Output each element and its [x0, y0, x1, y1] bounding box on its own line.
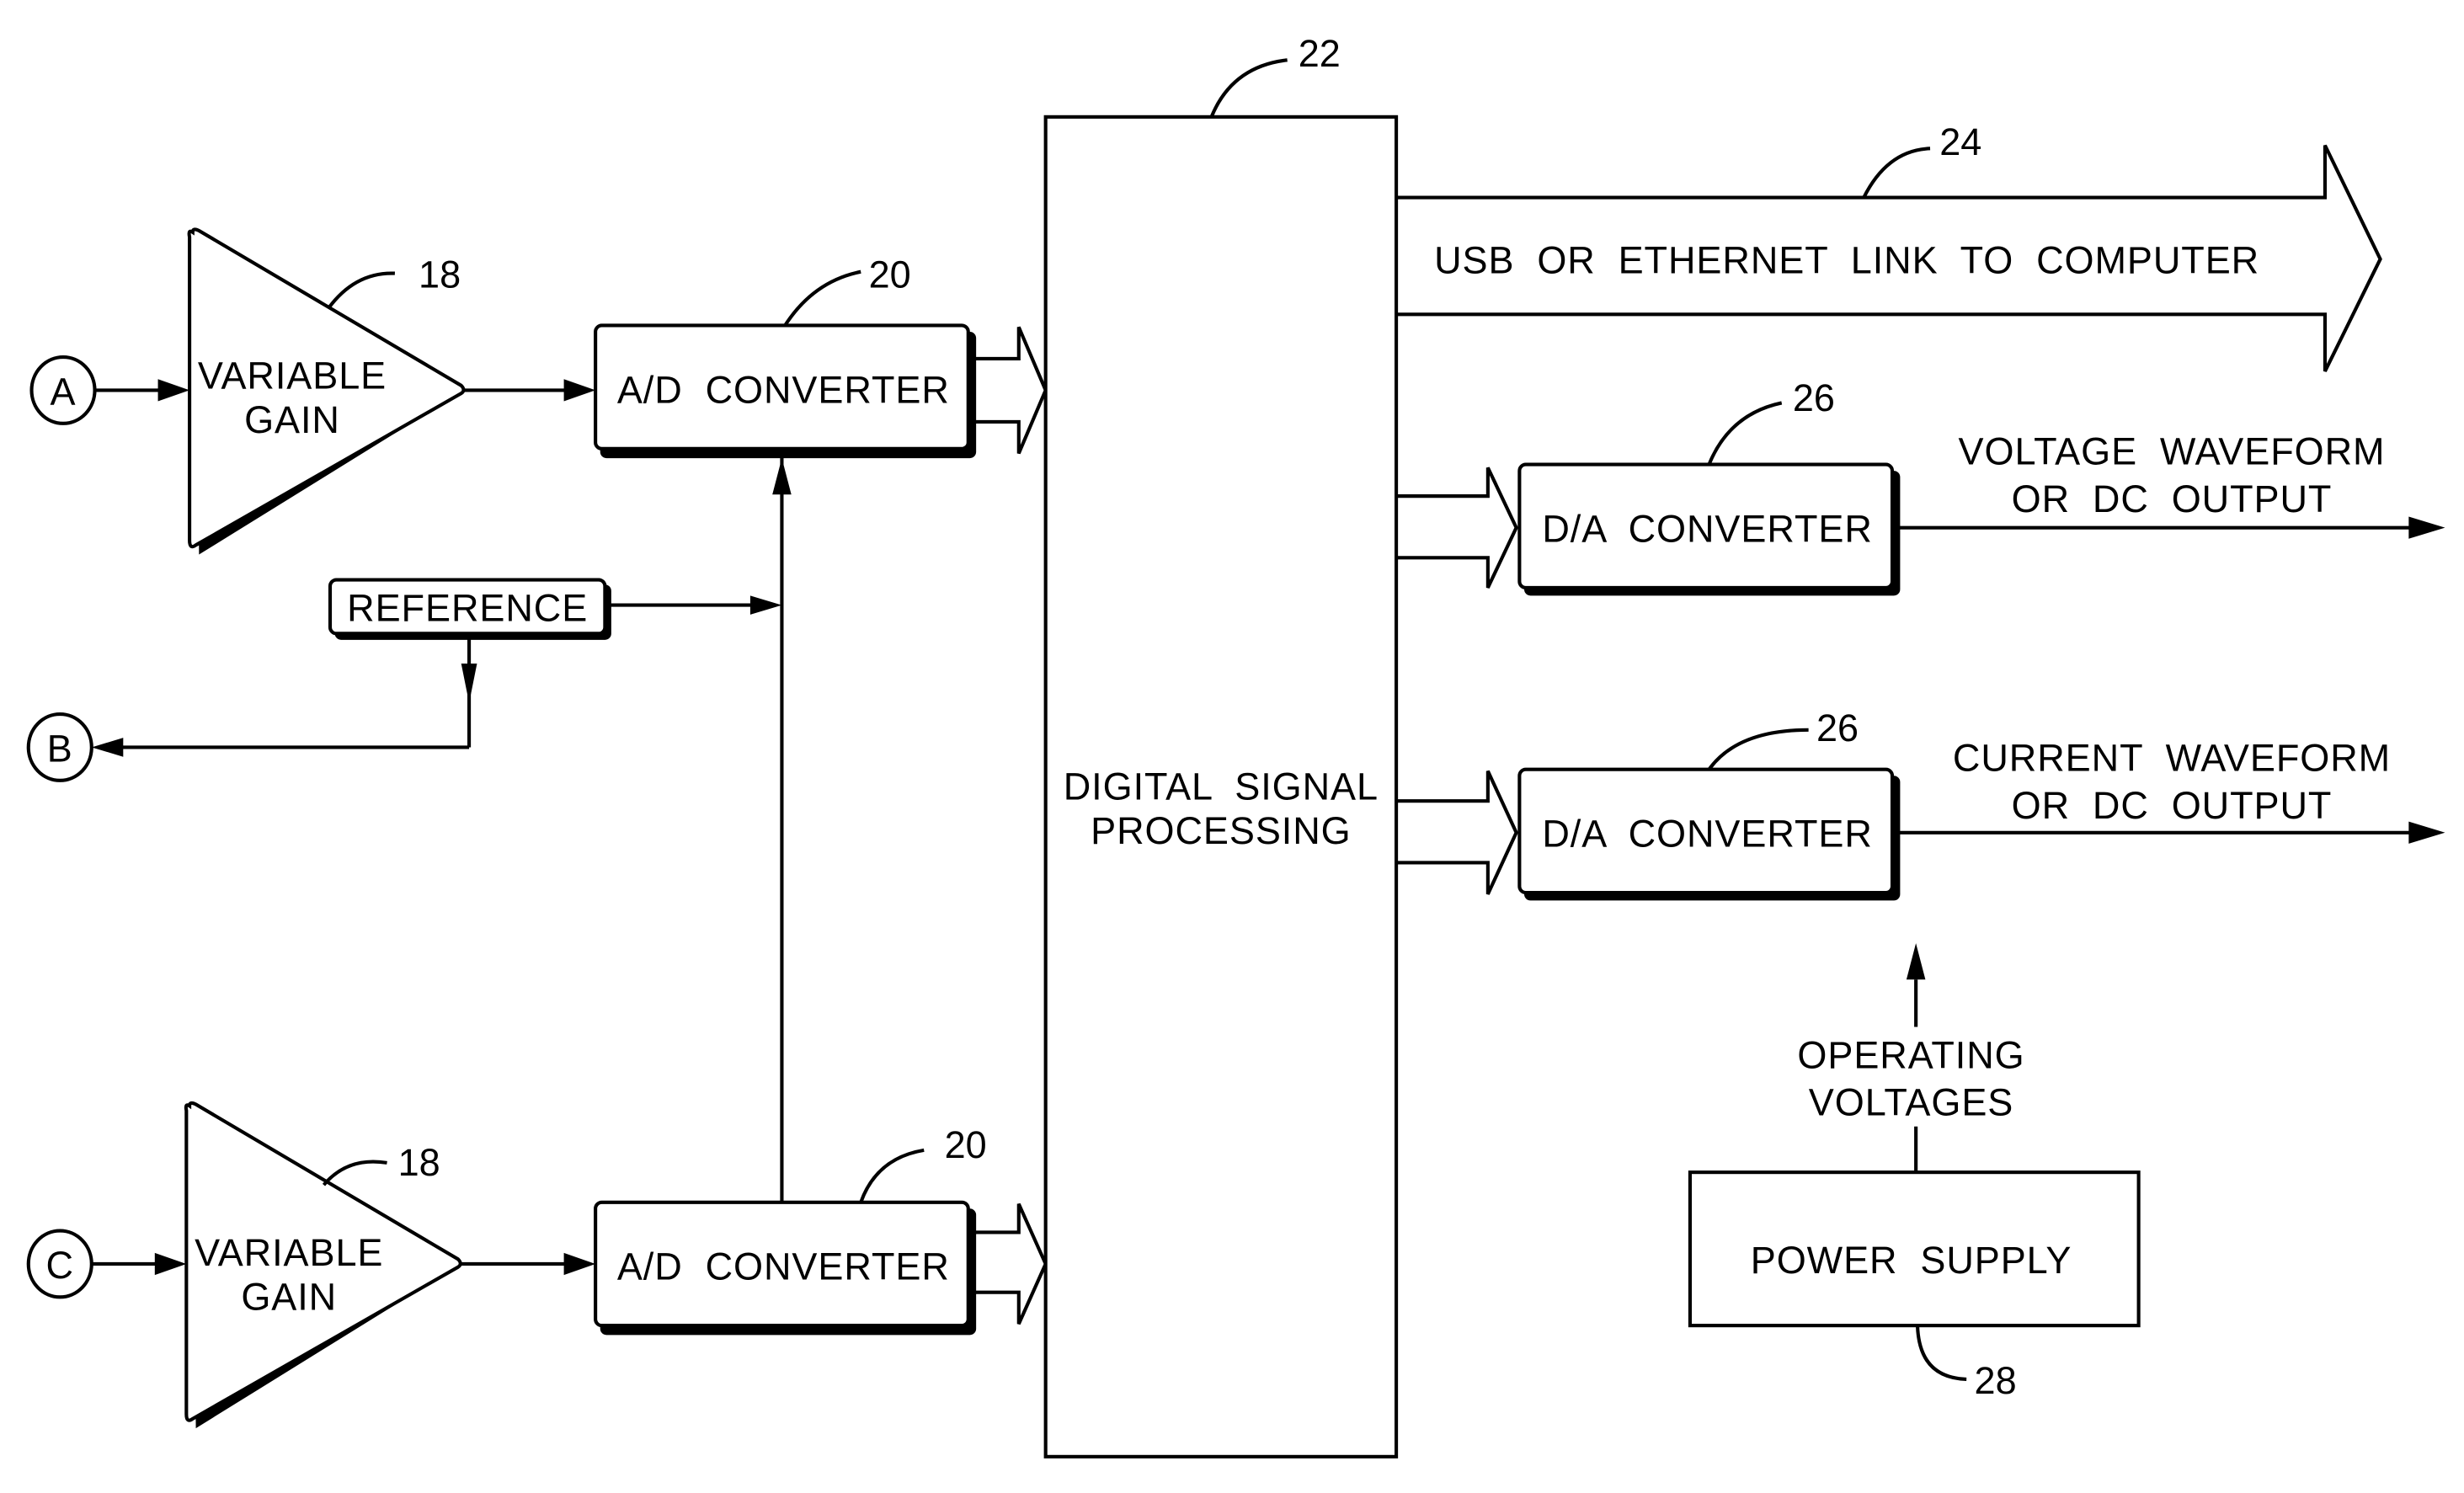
terminal-b: B	[26, 712, 93, 782]
arrow-reference-to-b	[91, 635, 477, 757]
variable-gain-amp-1: VARIABLE GAIN 18	[187, 227, 466, 555]
dac-1-label: D/A CONVERTER	[1542, 508, 1872, 551]
amp-1-label-line1: VARIABLE	[198, 355, 387, 397]
reference-block: REFERENCE	[328, 578, 611, 640]
link-label: USB OR ETHERNET LINK TO COMPUTER	[1434, 239, 2259, 282]
adc-2-label: A/D CONVERTER	[617, 1245, 950, 1288]
dac-2-output-line2: OR DC OUTPUT	[2012, 784, 2333, 827]
variable-gain-amp-2: VARIABLE GAIN 18	[184, 1101, 462, 1429]
dac-2-output-line1: CURRENT WAVEFORM	[1953, 737, 2391, 780]
operating-voltages-arrow: OPERATING VOLTAGES	[1797, 943, 2024, 1173]
bus-arrow-dsp-to-dac1	[1396, 467, 1518, 589]
power-supply-ref-number: 28	[1975, 1359, 2017, 1402]
dac-1-output-line2: OR DC OUTPUT	[2012, 477, 2333, 520]
dac-1-output-arrow: VOLTAGE WAVEFORM OR DC OUTPUT	[1895, 430, 2445, 539]
terminal-c: C	[26, 1229, 93, 1299]
dsp-ref-number: 22	[1299, 32, 1341, 75]
bus-arrow-adc1-to-dsp	[974, 326, 1048, 455]
amp-1-ref-number: 18	[419, 253, 461, 296]
dac-2-output-arrow: CURRENT WAVEFORM OR DC OUTPUT	[1895, 737, 2445, 844]
arrow-a-to-amp	[94, 379, 190, 402]
amp-2-label-line2: GAIN	[241, 1275, 337, 1318]
terminal-a-label: A	[51, 370, 77, 413]
adc-1: A/D CONVERTER 20	[594, 253, 977, 459]
bus-arrow-dsp-to-dac2	[1396, 770, 1518, 895]
dac-2-label: D/A CONVERTER	[1542, 813, 1872, 856]
adc-2-ref-number: 20	[945, 1123, 987, 1166]
dac-1: D/A CONVERTER 26	[1517, 376, 1901, 596]
operating-voltages-line1: OPERATING	[1797, 1033, 2024, 1076]
reference-bus	[772, 453, 792, 1204]
power-supply-block: POWER SUPPLY 28	[1688, 1170, 2141, 1402]
dac-2: D/A CONVERTER 26	[1517, 707, 1901, 901]
arrow-c-to-amp	[91, 1252, 187, 1276]
usb-ethernet-link-arrow: USB OR ETHERNET LINK TO COMPUTER 24	[1396, 120, 2382, 372]
dsp-block: DIGITAL SIGNAL PROCESSING 22	[1043, 32, 1399, 1458]
dac-2-ref-number: 26	[1816, 707, 1859, 749]
dac-1-output-line1: VOLTAGE WAVEFORM	[1959, 430, 2386, 473]
terminal-c-label: C	[46, 1244, 74, 1287]
dac-1-ref-number: 26	[1793, 376, 1835, 419]
block-diagram: A VARIABLE GAIN 18 A/D CONVERTER 20 REFE…	[26, 32, 2445, 1458]
link-ref-number: 24	[1939, 120, 1981, 163]
operating-voltages-line2: VOLTAGES	[1809, 1081, 2013, 1124]
amp-2-ref-number: 18	[398, 1141, 440, 1184]
arrow-amp1-to-adc1	[462, 379, 596, 402]
bus-arrow-adc2-to-dsp	[974, 1202, 1048, 1325]
amp-2-label-line1: VARIABLE	[195, 1231, 383, 1274]
terminal-a: A	[29, 355, 97, 425]
dsp-label-line2: PROCESSING	[1091, 809, 1352, 852]
power-supply-label: POWER SUPPLY	[1751, 1239, 2072, 1282]
amp-1-label-line2: GAIN	[244, 398, 340, 441]
arrow-reference-to-bus	[608, 595, 782, 615]
adc-1-label: A/D CONVERTER	[617, 368, 950, 411]
adc-2: A/D CONVERTER 20	[594, 1123, 987, 1336]
dsp-label-line1: DIGITAL SIGNAL	[1064, 765, 1379, 808]
reference-label: REFERENCE	[347, 586, 588, 629]
terminal-b-label: B	[47, 727, 73, 770]
arrow-amp2-to-adc2	[459, 1252, 596, 1276]
adc-1-ref-number: 20	[869, 253, 911, 296]
